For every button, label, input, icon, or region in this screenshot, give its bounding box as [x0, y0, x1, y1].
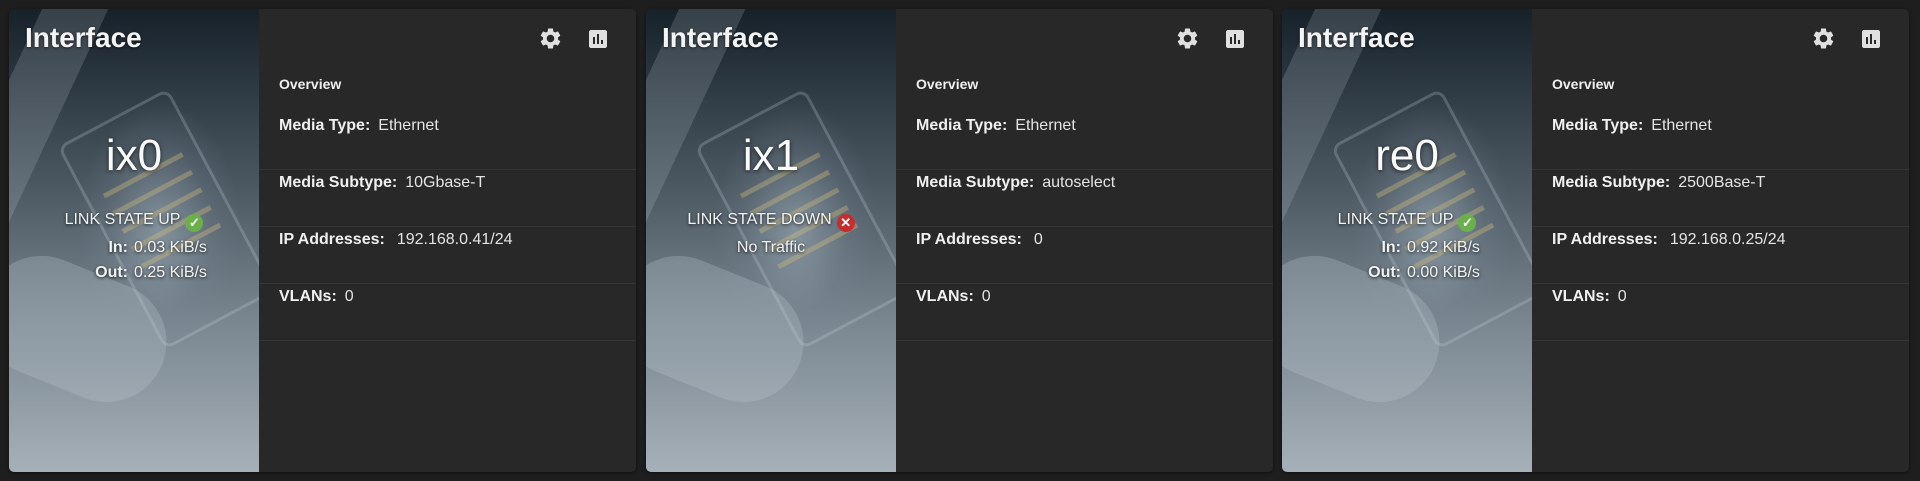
traffic-stats: In: 0.03 KiB/s Out: 0.25 KiB/s: [9, 238, 259, 288]
overview-heading: Overview: [1552, 76, 1615, 92]
traffic-in-label: In:: [1381, 239, 1401, 256]
traffic-out-label: Out:: [1368, 264, 1401, 281]
interface-image-panel: Interface ix1 LINK STATE DOWN ✕ No Traffi…: [646, 9, 896, 472]
media-subtype-label: Media Subtype:: [1552, 174, 1671, 191]
ip-addresses-value: 0: [1033, 231, 1043, 248]
traffic-out-row: Out: 0.25 KiB/s: [9, 263, 259, 288]
link-state: LINK STATE UP ✓: [9, 211, 259, 232]
traffic-out-value: 0.25 KiB/s: [134, 264, 207, 281]
link-state-label: LINK STATE UP: [1337, 211, 1454, 228]
interface-card-re0: Interface re0 LINK STATE UP ✓ In: 0.92 KiB…: [1282, 9, 1909, 472]
bar-chart-icon[interactable]: [585, 26, 610, 51]
vlans-value: 0: [344, 288, 354, 305]
traffic-out-label: Out:: [95, 264, 128, 281]
interface-details-panel: Overview Media Type: Ethernet Media Subty…: [1532, 9, 1909, 472]
interface-image-panel: Interface re0 LINK STATE UP ✓ In: 0.92 KiB…: [1282, 9, 1532, 472]
overview-heading: Overview: [279, 76, 342, 92]
media-type-value: Ethernet: [1651, 117, 1712, 134]
media-subtype-row: Media Subtype: 2500Base-T: [1532, 170, 1909, 227]
gear-icon[interactable]: [1175, 26, 1200, 51]
vlans-label: VLANs:: [916, 288, 974, 305]
ip-addresses-row: IP Addresses: 192.168.0.41/24: [259, 227, 636, 284]
check-circle-icon: ✓: [1458, 214, 1477, 232]
interface-name: ix1: [742, 131, 800, 180]
media-type-label: Media Type:: [279, 117, 371, 134]
media-subtype-value: 10Gbase-T: [405, 174, 486, 191]
media-type-value: Ethernet: [378, 117, 439, 134]
ip-addresses-row: IP Addresses: 192.168.0.25/24: [1532, 227, 1909, 284]
vlans-value: 0: [981, 288, 991, 305]
vlans-label: VLANs:: [279, 288, 337, 305]
media-subtype-row: Media Subtype: 10Gbase-T: [259, 170, 636, 227]
details-list: Media Type: Ethernet Media Subtype: 10Gbas…: [259, 113, 636, 341]
interface-card-ix0: Interface ix0 LINK STATE UP ✓ In: 0.03 KiB…: [9, 9, 636, 472]
media-type-row: Media Type: Ethernet: [896, 113, 1273, 170]
traffic-stats: No Traffic: [646, 238, 896, 258]
media-type-row: Media Type: Ethernet: [1532, 113, 1909, 170]
media-subtype-label: Media Subtype:: [279, 174, 398, 191]
interface-name: ix0: [105, 131, 163, 180]
media-subtype-label: Media Subtype:: [916, 174, 1035, 191]
media-subtype-value: autoselect: [1042, 174, 1116, 191]
traffic-in-row: In: 0.03 KiB/s: [9, 238, 259, 263]
interface-name: re0: [1375, 131, 1439, 180]
check-circle-icon: ✓: [185, 214, 204, 232]
vlans-row: VLANs: 0: [1532, 284, 1909, 341]
link-state-label: LINK STATE UP: [64, 211, 181, 228]
details-list: Media Type: Ethernet Media Subtype: 2500Ba…: [1532, 113, 1909, 341]
close-circle-icon: ✕: [836, 214, 855, 232]
vlans-label: VLANs:: [1552, 288, 1610, 305]
interface-details-panel: Overview Media Type: Ethernet Media Subty…: [896, 9, 1273, 472]
traffic-in-value: 0.03 KiB/s: [134, 239, 207, 256]
media-type-value: Ethernet: [1015, 117, 1076, 134]
card-title: Interface: [662, 22, 779, 53]
card-actions: [538, 26, 610, 51]
bar-chart-icon[interactable]: [1858, 26, 1883, 51]
ip-addresses-label: IP Addresses:: [1552, 231, 1658, 248]
media-type-label: Media Type:: [916, 117, 1008, 134]
no-traffic-label: No Traffic: [736, 239, 806, 256]
gear-icon[interactable]: [538, 26, 563, 51]
ip-addresses-row: IP Addresses: 0: [896, 227, 1273, 284]
bar-chart-icon[interactable]: [1222, 26, 1247, 51]
link-state: LINK STATE DOWN ✕: [646, 211, 896, 232]
traffic-in-value: 0.92 KiB/s: [1407, 239, 1480, 256]
media-type-label: Media Type:: [1552, 117, 1644, 134]
traffic-in-row: In: 0.92 KiB/s: [1282, 238, 1532, 263]
traffic-stats: In: 0.92 KiB/s Out: 0.00 KiB/s: [1282, 238, 1532, 288]
interface-details-panel: Overview Media Type: Ethernet Media Subty…: [259, 9, 636, 472]
ip-addresses-label: IP Addresses:: [916, 231, 1022, 248]
link-state: LINK STATE UP ✓: [1282, 211, 1532, 232]
interface-card-ix1: Interface ix1 LINK STATE DOWN ✕ No Traffi…: [646, 9, 1273, 472]
gear-icon[interactable]: [1811, 26, 1836, 51]
media-subtype-value: 2500Base-T: [1678, 174, 1766, 191]
traffic-out-row: Out: 0.00 KiB/s: [1282, 263, 1532, 288]
card-actions: [1811, 26, 1883, 51]
ip-addresses-label: IP Addresses:: [279, 231, 385, 248]
link-state-label: LINK STATE DOWN: [687, 211, 832, 228]
traffic-in-label: In:: [108, 239, 128, 256]
vlans-row: VLANs: 0: [259, 284, 636, 341]
media-subtype-row: Media Subtype: autoselect: [896, 170, 1273, 227]
traffic-out-value: 0.00 KiB/s: [1407, 264, 1480, 281]
ip-addresses-value: 192.168.0.41/24: [396, 231, 513, 248]
card-actions: [1175, 26, 1247, 51]
interface-image-panel: Interface ix0 LINK STATE UP ✓ In: 0.03 KiB…: [9, 9, 259, 472]
ip-addresses-value: 192.168.0.25/24: [1669, 231, 1786, 248]
card-title: Interface: [1298, 22, 1415, 53]
details-list: Media Type: Ethernet Media Subtype: autose…: [896, 113, 1273, 341]
vlans-value: 0: [1617, 288, 1627, 305]
card-title: Interface: [25, 22, 142, 53]
overview-heading: Overview: [916, 76, 979, 92]
vlans-row: VLANs: 0: [896, 284, 1273, 341]
media-type-row: Media Type: Ethernet: [259, 113, 636, 170]
